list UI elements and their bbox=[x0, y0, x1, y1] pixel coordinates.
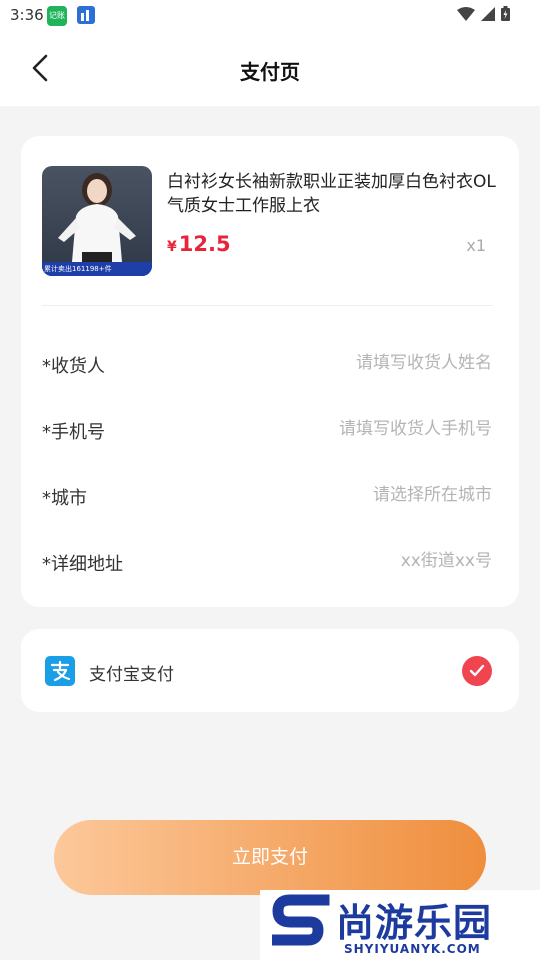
product-title: 白衬衫女长袖新款职业正装加厚白色衬衣OL气质女士工作服上衣 bbox=[167, 172, 496, 216]
product-image-banner: 累计卖出161198+件 bbox=[42, 262, 152, 276]
field-label-address: *详细地址 bbox=[42, 554, 123, 575]
address-input[interactable] bbox=[192, 545, 492, 577]
field-label-city: *城市 bbox=[42, 488, 87, 509]
app-notification-icon: 记账 bbox=[47, 6, 67, 26]
watermark-s-icon bbox=[272, 894, 330, 946]
app-notification-icon-secondary bbox=[77, 6, 95, 24]
form-row-city: *城市 bbox=[42, 475, 492, 515]
watermark-domain: SHYIYUANYK.COM bbox=[344, 942, 481, 956]
product-price: ¥12.5 bbox=[167, 232, 231, 256]
currency-symbol: ¥ bbox=[167, 239, 177, 255]
wifi-icon bbox=[457, 6, 475, 25]
field-label-name: *收货人 bbox=[42, 356, 105, 377]
payment-method-card[interactable]: 支付宝支付 bbox=[21, 629, 519, 712]
field-label-phone: *手机号 bbox=[42, 422, 105, 443]
header: 支付页 bbox=[0, 32, 540, 106]
order-card: 累计卖出161198+件 白衬衫女长袖新款职业正装加厚白色衬衣OL气质女士工作服… bbox=[21, 136, 519, 607]
city-select-input[interactable] bbox=[192, 479, 492, 511]
watermark-logo: 尚游乐园 SHYIYUANYK.COM bbox=[260, 890, 540, 960]
payment-selected-toggle[interactable] bbox=[462, 656, 492, 686]
pay-now-button[interactable]: 立即支付 bbox=[54, 820, 486, 895]
recipient-name-input[interactable] bbox=[192, 347, 492, 379]
status-bar: 3:36 记账 bbox=[0, 0, 540, 32]
watermark-title: 尚游乐园 bbox=[336, 901, 493, 945]
form-row-phone: *手机号 bbox=[42, 409, 492, 449]
payment-method-label: 支付宝支付 bbox=[89, 665, 174, 685]
page-title: 支付页 bbox=[240, 60, 300, 84]
check-icon bbox=[469, 664, 485, 677]
recipient-phone-input[interactable] bbox=[192, 413, 492, 445]
form-row-address: *详细地址 bbox=[42, 541, 492, 581]
price-value: 12.5 bbox=[178, 232, 231, 256]
divider bbox=[42, 305, 493, 306]
signal-icon bbox=[481, 6, 495, 25]
status-icons bbox=[457, 6, 510, 25]
battery-icon bbox=[501, 6, 510, 25]
product-image[interactable]: 累计卖出161198+件 bbox=[42, 166, 152, 276]
alipay-icon bbox=[45, 656, 75, 686]
status-time: 3:36 bbox=[10, 6, 44, 24]
product-quantity: x1 bbox=[466, 236, 486, 255]
form-row-name: *收货人 bbox=[42, 343, 492, 383]
